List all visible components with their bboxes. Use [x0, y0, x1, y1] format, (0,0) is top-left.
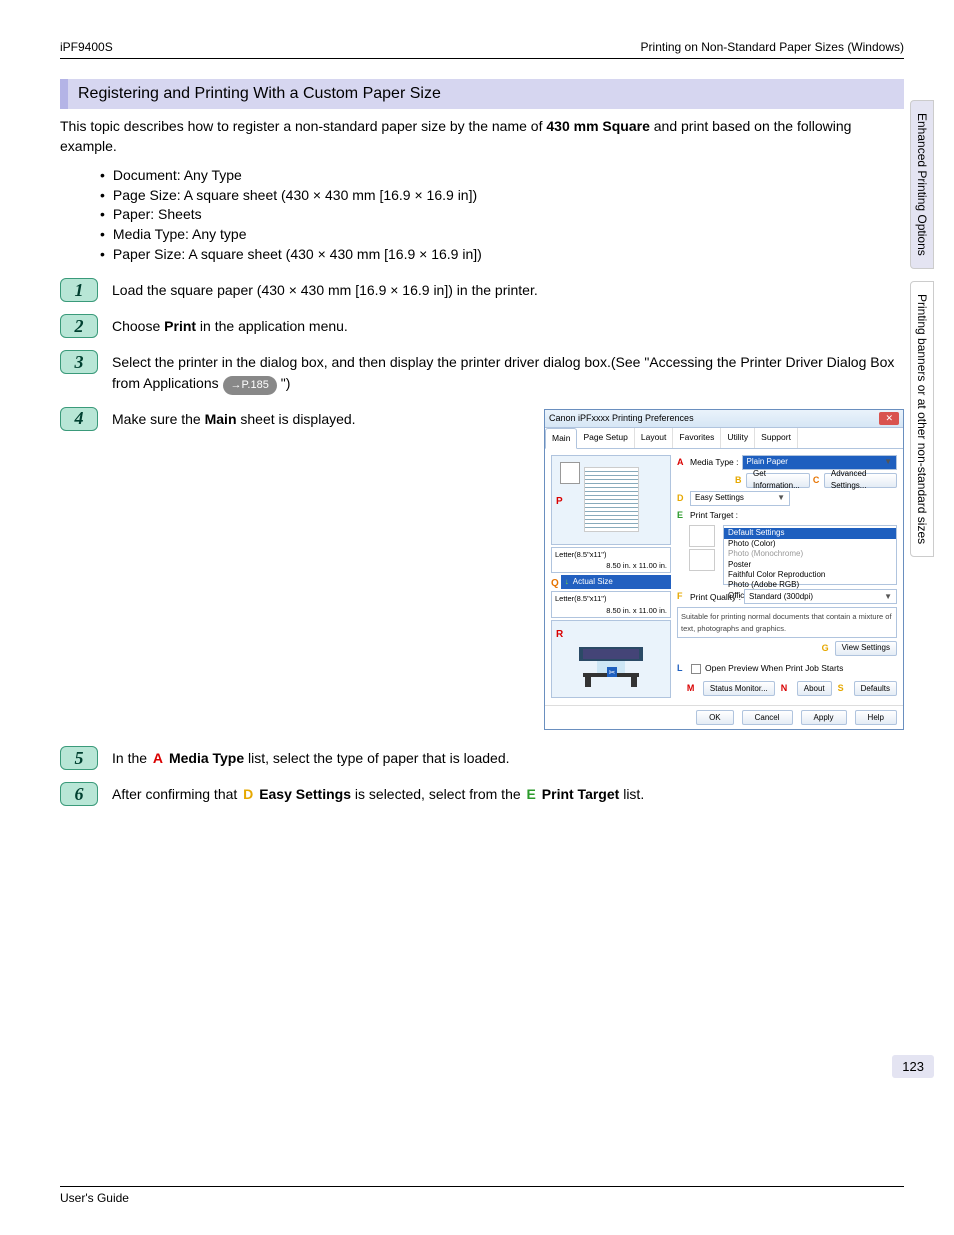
- tab-favorites[interactable]: Favorites: [673, 428, 721, 448]
- source-size: Letter(8.5"x11")8.50 in. x 11.00 in.: [551, 547, 671, 574]
- printer-preview: R ✂: [551, 620, 671, 698]
- tab-page-setup[interactable]: Page Setup: [577, 428, 634, 448]
- tab-layout[interactable]: Layout: [635, 428, 674, 448]
- tab-support[interactable]: Support: [755, 428, 798, 448]
- easy-settings-select[interactable]: Easy Settings▼: [690, 491, 790, 506]
- svg-text:✂: ✂: [609, 668, 616, 677]
- view-settings-button[interactable]: View Settings: [835, 641, 897, 656]
- callout-a: A: [677, 456, 687, 470]
- callout-l: L: [677, 662, 687, 676]
- callout-b: B: [735, 474, 743, 488]
- chevron-down-icon: ▼: [884, 591, 892, 603]
- callout-f: F: [677, 590, 687, 604]
- step-number: 1: [60, 278, 98, 302]
- callout-m: M: [687, 682, 697, 696]
- printer-icon: ✂: [571, 629, 651, 689]
- step-3: 3 Select the printer in the dialog box, …: [60, 348, 904, 395]
- dialog-tabs: Main Page Setup Layout Favorites Utility…: [545, 428, 903, 449]
- dialog-titlebar: Canon iPFxxxx Printing Preferences ✕: [545, 410, 903, 429]
- actual-size-bar: ↓Actual Size: [561, 575, 671, 589]
- target-thumb: [689, 525, 715, 547]
- step-1: 1 Load the square paper (430 × 430 mm [1…: [60, 276, 904, 302]
- advanced-settings-button[interactable]: Advanced Settings...: [824, 473, 897, 488]
- section-title: Registering and Printing With a Custom P…: [60, 79, 904, 109]
- get-information-button[interactable]: Get Information...: [746, 473, 810, 488]
- callout-p: P: [556, 494, 563, 509]
- callout-e: E: [677, 509, 687, 523]
- about-button[interactable]: About: [797, 681, 832, 696]
- callout-n: N: [781, 682, 791, 696]
- help-button[interactable]: Help: [855, 710, 897, 725]
- callout-s: S: [838, 682, 848, 696]
- callout-d: D: [677, 492, 687, 506]
- side-tab-enhanced[interactable]: Enhanced Printing Options: [910, 100, 934, 269]
- open-preview-checkbox[interactable]: [691, 664, 701, 674]
- callout-r: R: [556, 627, 563, 642]
- step-number: 2: [60, 314, 98, 338]
- spec-item: Media Type: Any type: [100, 225, 904, 245]
- chevron-down-icon: ▼: [777, 492, 785, 504]
- description-box: Suitable for printing normal documents t…: [677, 607, 897, 638]
- page-preview: P: [551, 455, 671, 545]
- page-number: 123: [892, 1055, 934, 1078]
- spec-item: Page Size: A square sheet (430 × 430 mm …: [100, 186, 904, 206]
- print-quality-select[interactable]: Standard (300dpi)▼: [744, 589, 897, 604]
- footer: User's Guide: [60, 1186, 904, 1205]
- callout-g: G: [822, 642, 832, 656]
- close-icon[interactable]: ✕: [879, 412, 899, 426]
- tab-main[interactable]: Main: [545, 428, 577, 449]
- step-number: 4: [60, 407, 98, 431]
- spec-item: Paper Size: A square sheet (430 × 430 mm…: [100, 245, 904, 265]
- header-right: Printing on Non-Standard Paper Sizes (Wi…: [641, 40, 904, 54]
- step-2: 2 Choose Print in the application menu.: [60, 312, 904, 338]
- side-tabs: Enhanced Printing Options Printing banne…: [910, 100, 934, 557]
- step-5: 5 In the A Media Type list, select the t…: [60, 744, 904, 770]
- dialog-footer: OK Cancel Apply Help: [545, 705, 903, 729]
- status-monitor-button[interactable]: Status Monitor...: [703, 681, 775, 696]
- step-number: 6: [60, 782, 98, 806]
- ok-button[interactable]: OK: [696, 710, 734, 725]
- tab-utility[interactable]: Utility: [721, 428, 755, 448]
- printer-preferences-dialog: Canon iPFxxxx Printing Preferences ✕ Mai…: [544, 409, 904, 731]
- step-number: 5: [60, 746, 98, 770]
- print-target-list[interactable]: Default Settings Photo (Color) Photo (Mo…: [723, 525, 897, 585]
- step-number: 3: [60, 350, 98, 374]
- callout-c: C: [813, 474, 821, 488]
- output-size: Letter(8.5"x11")8.50 in. x 11.00 in.: [551, 591, 671, 618]
- intro-text: This topic describes how to register a n…: [60, 117, 904, 156]
- apply-button[interactable]: Apply: [801, 710, 847, 725]
- spec-item: Document: Any Type: [100, 166, 904, 186]
- cancel-button[interactable]: Cancel: [742, 710, 793, 725]
- page-ref-badge[interactable]: →P.185: [223, 376, 277, 395]
- document-icon: [560, 462, 580, 484]
- step-4: 4 Make sure the Main sheet is displayed.…: [60, 405, 904, 731]
- page-header: iPF9400S Printing on Non-Standard Paper …: [60, 40, 904, 59]
- spec-list: Document: Any Type Page Size: A square s…: [100, 166, 904, 264]
- defaults-button[interactable]: Defaults: [854, 681, 897, 696]
- header-left: iPF9400S: [60, 40, 113, 54]
- target-thumb: [689, 549, 715, 571]
- callout-q: Q: [551, 576, 559, 591]
- spec-item: Paper: Sheets: [100, 205, 904, 225]
- side-tab-banners[interactable]: Printing banners or at other non-standar…: [910, 281, 934, 557]
- chevron-down-icon: ▼: [884, 456, 892, 468]
- step-6: 6 After confirming that D Easy Settings …: [60, 780, 904, 806]
